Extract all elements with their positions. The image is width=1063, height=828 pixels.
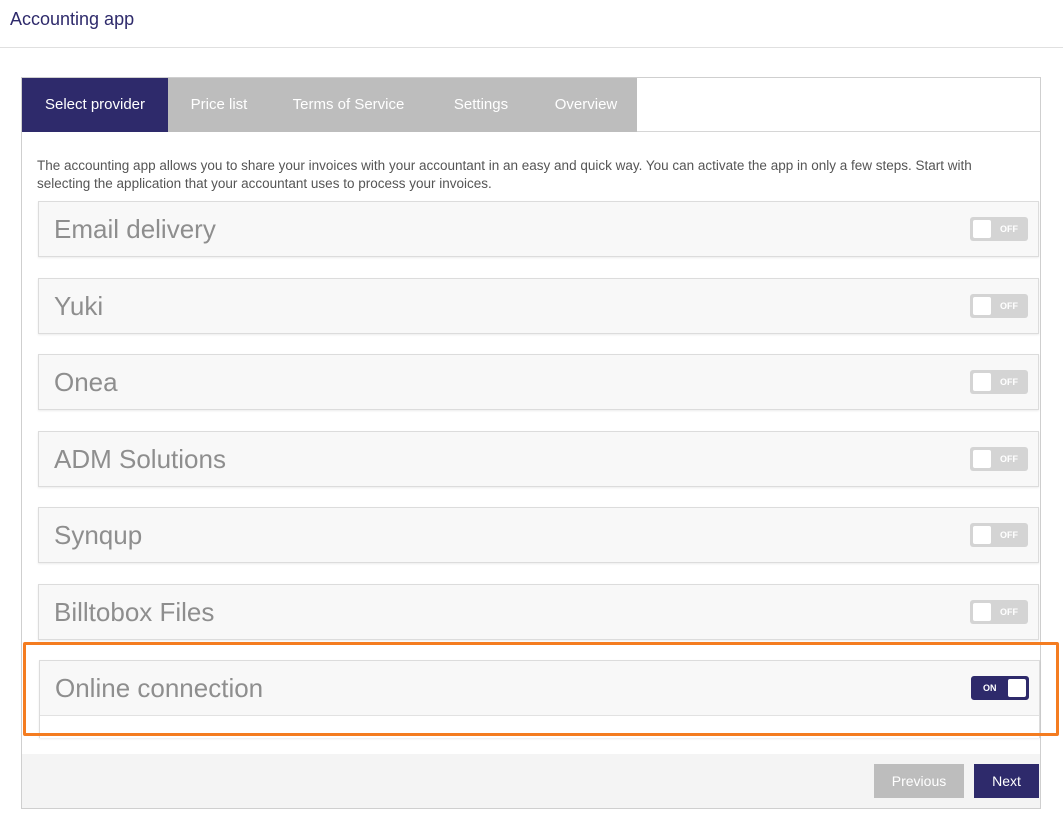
toggle-label: ON bbox=[983, 683, 997, 693]
provider-card-email-delivery: Email delivery OFF bbox=[38, 201, 1039, 257]
toggle-knob bbox=[1008, 679, 1026, 697]
intro-text: The accounting app allows you to share y… bbox=[37, 158, 972, 191]
provider-card-billtobox-files: Billtobox Files OFF bbox=[38, 584, 1039, 640]
toggle-knob bbox=[973, 603, 991, 621]
provider-name: ADM Solutions bbox=[54, 444, 226, 474]
provider-toggle[interactable]: OFF bbox=[970, 523, 1028, 547]
wizard-tabs: Select provider Price list Terms of Serv… bbox=[22, 78, 1040, 132]
toggle-label: OFF bbox=[1000, 301, 1018, 311]
wizard-footer: Previous Next bbox=[22, 754, 1040, 808]
toggle-knob bbox=[973, 297, 991, 315]
provider-toggle[interactable]: OFF bbox=[970, 600, 1028, 624]
provider-toggle[interactable]: OFF bbox=[970, 370, 1028, 394]
provider-card-yuki: Yuki OFF bbox=[38, 278, 1039, 334]
provider-name: Online connection bbox=[55, 673, 264, 703]
provider-toggle[interactable]: OFF bbox=[970, 447, 1028, 471]
app-header: Accounting app bbox=[0, 0, 1063, 48]
toggle-label: OFF bbox=[1000, 530, 1018, 540]
provider-card-online-connection: Online connection ON bbox=[39, 660, 1040, 738]
provider-toggle[interactable]: OFF bbox=[970, 217, 1028, 241]
tab-overview[interactable]: Overview bbox=[535, 78, 637, 132]
toggle-knob bbox=[973, 220, 991, 238]
provider-card-adm-solutions: ADM Solutions OFF bbox=[38, 431, 1039, 487]
provider-name: Email delivery bbox=[54, 214, 216, 244]
provider-name: Onea bbox=[54, 367, 118, 397]
provider-name: Synqup bbox=[54, 520, 143, 550]
toggle-label: OFF bbox=[1000, 454, 1018, 464]
tab-select-provider[interactable]: Select provider bbox=[22, 78, 168, 132]
toggle-label: OFF bbox=[1000, 377, 1018, 387]
provider-name: Yuki bbox=[54, 291, 104, 321]
tab-price-list[interactable]: Price list bbox=[168, 78, 270, 132]
provider-name: Billtobox Files bbox=[54, 597, 215, 627]
next-button[interactable]: Next bbox=[974, 764, 1039, 798]
provider-toggle[interactable]: OFF bbox=[970, 294, 1028, 318]
card-expanded-body bbox=[40, 716, 1039, 738]
tab-terms-of-service[interactable]: Terms of Service bbox=[270, 78, 427, 132]
toggle-label: OFF bbox=[1000, 224, 1018, 234]
toggle-knob bbox=[973, 450, 991, 468]
provider-card-synqup: Synqup OFF bbox=[38, 507, 1039, 563]
toggle-knob bbox=[973, 526, 991, 544]
provider-card-onea: Onea OFF bbox=[38, 354, 1039, 410]
tab-settings[interactable]: Settings bbox=[427, 78, 535, 132]
toggle-knob bbox=[973, 373, 991, 391]
toggle-label: OFF bbox=[1000, 607, 1018, 617]
app-title: Accounting app bbox=[10, 9, 135, 29]
previous-button[interactable]: Previous bbox=[874, 764, 964, 798]
provider-toggle[interactable]: ON bbox=[971, 676, 1029, 700]
wizard-panel: Select provider Price list Terms of Serv… bbox=[21, 77, 1041, 809]
